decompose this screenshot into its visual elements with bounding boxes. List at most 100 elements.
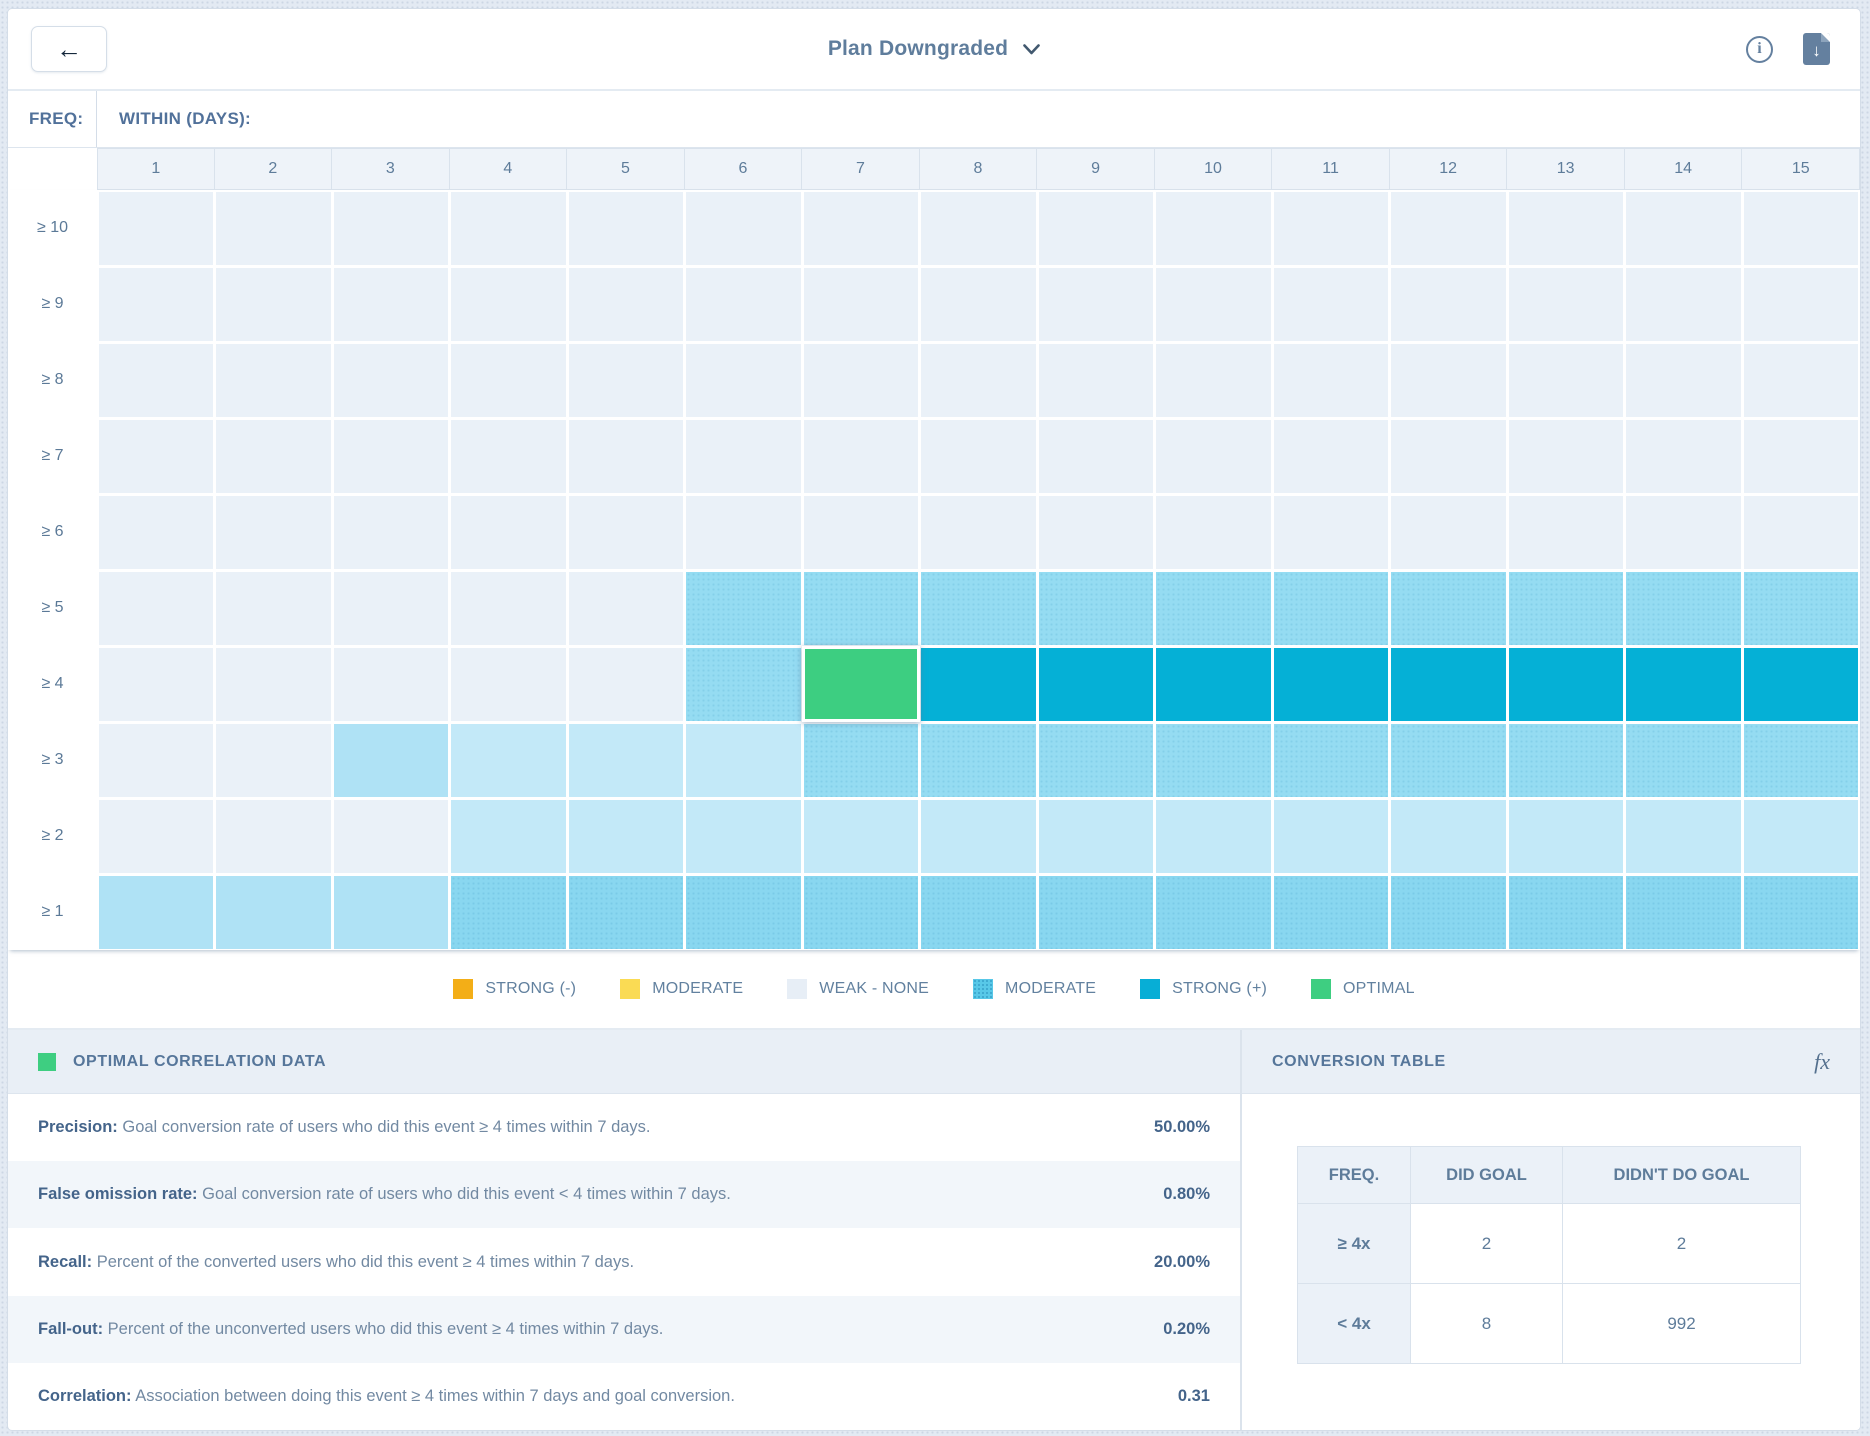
heatmap-cell[interactable] (216, 344, 331, 417)
heatmap-cell[interactable] (804, 268, 919, 341)
heatmap-cell[interactable] (334, 344, 449, 417)
heatmap-cell[interactable] (1391, 724, 1506, 797)
heatmap-cell[interactable] (1039, 648, 1154, 721)
heatmap-cell[interactable] (1626, 192, 1741, 265)
heatmap-cell[interactable] (451, 192, 566, 265)
heatmap-cell[interactable] (1391, 648, 1506, 721)
heatmap-cell[interactable] (99, 496, 214, 569)
heatmap-cell[interactable] (99, 192, 214, 265)
heatmap-cell[interactable] (1039, 876, 1154, 949)
heatmap-cell[interactable] (1509, 876, 1624, 949)
heatmap-cell[interactable] (1274, 192, 1389, 265)
heatmap-cell[interactable] (1626, 572, 1741, 645)
heatmap-cell[interactable] (451, 496, 566, 569)
heatmap-cell[interactable] (1626, 268, 1741, 341)
heatmap-cell[interactable] (334, 192, 449, 265)
heatmap-cell[interactable] (451, 572, 566, 645)
heatmap-cell[interactable] (1391, 572, 1506, 645)
heatmap-cell[interactable] (921, 648, 1036, 721)
heatmap-cell[interactable] (1391, 344, 1506, 417)
heatmap-cell[interactable] (686, 572, 801, 645)
heatmap-cell[interactable] (1274, 876, 1389, 949)
heatmap-cell[interactable] (1156, 496, 1271, 569)
heatmap-cell[interactable] (99, 724, 214, 797)
heatmap-cell[interactable] (451, 724, 566, 797)
heatmap-cell[interactable] (216, 876, 331, 949)
heatmap-cell[interactable] (334, 268, 449, 341)
heatmap-cell[interactable] (921, 420, 1036, 493)
heatmap-cell[interactable] (1274, 724, 1389, 797)
heatmap-cell[interactable] (1039, 344, 1154, 417)
heatmap-cell[interactable] (216, 496, 331, 569)
info-icon[interactable]: i (1746, 36, 1773, 63)
heatmap-cell[interactable] (569, 268, 684, 341)
heatmap-cell[interactable] (1391, 268, 1506, 341)
heatmap-cell[interactable] (1509, 572, 1624, 645)
heatmap-cell[interactable] (334, 648, 449, 721)
heatmap-cell[interactable] (686, 268, 801, 341)
heatmap-cell[interactable] (569, 572, 684, 645)
heatmap-cell[interactable] (1156, 648, 1271, 721)
heatmap-cell[interactable] (1509, 496, 1624, 569)
heatmap-cell[interactable] (451, 344, 566, 417)
heatmap-cell[interactable] (1156, 876, 1271, 949)
heatmap-cell[interactable] (569, 192, 684, 265)
heatmap-cell[interactable] (1744, 268, 1859, 341)
heatmap-cell[interactable] (1744, 876, 1859, 949)
heatmap-cell[interactable] (1626, 876, 1741, 949)
heatmap-cell[interactable] (216, 800, 331, 873)
heatmap-cell[interactable] (1274, 496, 1389, 569)
heatmap-cell[interactable] (1509, 192, 1624, 265)
heatmap-cell[interactable] (1274, 572, 1389, 645)
heatmap-cell[interactable] (99, 344, 214, 417)
heatmap-cell[interactable] (1039, 724, 1154, 797)
heatmap-cell[interactable] (686, 192, 801, 265)
heatmap-cell[interactable] (451, 648, 566, 721)
heatmap-cell[interactable] (804, 572, 919, 645)
heatmap-cell[interactable] (1156, 572, 1271, 645)
heatmap-cell[interactable] (921, 876, 1036, 949)
chevron-down-icon[interactable] (1023, 44, 1040, 55)
heatmap-cell[interactable] (1391, 876, 1506, 949)
heatmap-cell[interactable] (1391, 420, 1506, 493)
heatmap-cell[interactable] (686, 420, 801, 493)
heatmap-cell[interactable] (1274, 420, 1389, 493)
heatmap-cell[interactable] (99, 572, 214, 645)
heatmap-cell[interactable] (1744, 496, 1859, 569)
heatmap-cell[interactable] (1744, 648, 1859, 721)
heatmap-cell[interactable] (451, 420, 566, 493)
heatmap-cell[interactable] (569, 648, 684, 721)
heatmap-cell[interactable] (1509, 268, 1624, 341)
heatmap-cell[interactable] (1039, 268, 1154, 341)
heatmap-cell[interactable] (1391, 800, 1506, 873)
heatmap-cell[interactable] (99, 648, 214, 721)
heatmap-cell[interactable] (1156, 344, 1271, 417)
heatmap-cell[interactable] (334, 800, 449, 873)
heatmap-cell[interactable] (686, 876, 801, 949)
heatmap-cell[interactable] (216, 648, 331, 721)
heatmap-cell[interactable] (1509, 420, 1624, 493)
heatmap-cell[interactable] (921, 724, 1036, 797)
heatmap-cell[interactable] (804, 724, 919, 797)
heatmap-cell[interactable] (334, 724, 449, 797)
heatmap-cell[interactable] (921, 344, 1036, 417)
heatmap-cell[interactable] (1156, 192, 1271, 265)
heatmap-cell[interactable] (99, 876, 214, 949)
formula-fx-icon[interactable]: fx (1814, 1049, 1830, 1075)
heatmap-cell[interactable] (1039, 800, 1154, 873)
heatmap-cell[interactable] (1509, 648, 1624, 721)
back-button[interactable]: ← (31, 26, 107, 72)
heatmap-cell[interactable] (686, 800, 801, 873)
heatmap-cell[interactable] (99, 420, 214, 493)
heatmap-cell[interactable] (1391, 192, 1506, 265)
heatmap-cell[interactable] (921, 192, 1036, 265)
heatmap-cell[interactable] (451, 268, 566, 341)
heatmap-cell[interactable] (921, 268, 1036, 341)
heatmap-cell[interactable] (686, 496, 801, 569)
heatmap-cell[interactable] (334, 572, 449, 645)
heatmap-cell[interactable] (1626, 420, 1741, 493)
heatmap-cell[interactable] (1744, 192, 1859, 265)
heatmap-cell[interactable] (334, 420, 449, 493)
heatmap-cell[interactable] (1156, 420, 1271, 493)
heatmap-cell[interactable] (1744, 572, 1859, 645)
